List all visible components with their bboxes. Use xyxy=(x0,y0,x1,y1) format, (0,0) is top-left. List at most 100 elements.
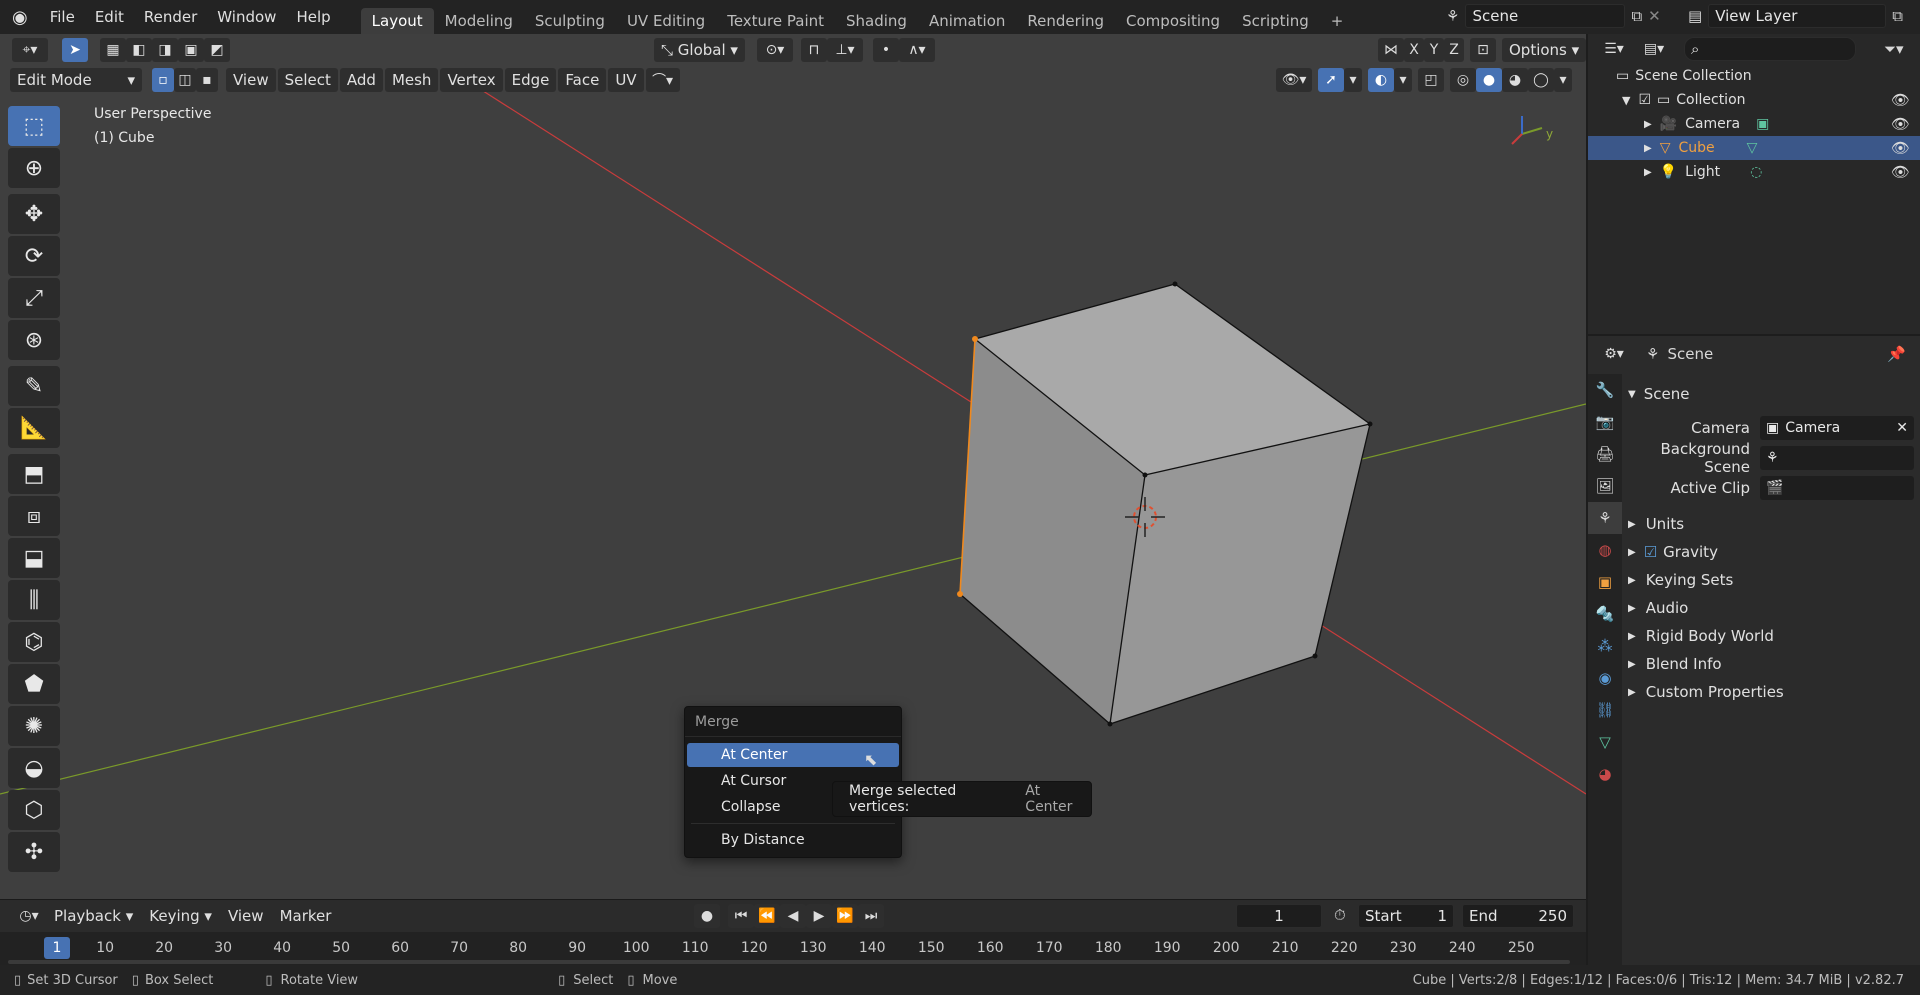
spin-tool-icon[interactable]: ✺ xyxy=(8,706,60,746)
outliner-scene-collection[interactable]: ▭ Scene Collection xyxy=(1588,64,1920,88)
menu-mesh[interactable]: Mesh xyxy=(384,68,439,92)
menu-window[interactable]: Window xyxy=(207,0,286,34)
object-tab-icon[interactable]: ▣ xyxy=(1588,566,1622,598)
measure-tool-icon[interactable]: 📐 xyxy=(8,408,60,448)
overlays-icon[interactable]: ◐ xyxy=(1368,68,1394,92)
tab-scripting[interactable]: Scripting xyxy=(1231,8,1320,34)
menu-select[interactable]: Select xyxy=(277,68,338,92)
eye-icon[interactable]: 👁 xyxy=(1891,115,1910,133)
scene-tab-icon[interactable]: ⚘ xyxy=(1588,502,1622,534)
tab-compositing[interactable]: Compositing xyxy=(1115,8,1231,34)
tab-texture-paint[interactable]: Texture Paint xyxy=(716,8,835,34)
material-shading-icon[interactable]: ◕ xyxy=(1502,68,1528,92)
solid-shading-icon[interactable]: ● xyxy=(1476,68,1502,92)
gravity-section[interactable]: ▶ ☑ Gravity xyxy=(1628,538,1718,566)
scene-name-field[interactable]: Scene xyxy=(1465,4,1626,28)
view-layer-field[interactable]: View Layer xyxy=(1708,4,1887,28)
transform-tool-icon[interactable]: ⊛ xyxy=(8,320,60,360)
camera-data-icon[interactable]: ▣ xyxy=(1756,116,1769,132)
outliner-item-light[interactable]: ▶ 💡 Light ◌ 👁 xyxy=(1588,160,1920,184)
mirror-x-toggle[interactable]: X xyxy=(1404,38,1424,62)
chevron-down-icon[interactable]: ▾ xyxy=(1554,68,1572,92)
constraints-tab-icon[interactable]: ⛓ xyxy=(1588,694,1622,726)
tab-rendering[interactable]: Rendering xyxy=(1016,8,1115,34)
select-mode-new-icon[interactable]: ▦ xyxy=(100,38,126,62)
menu-edit[interactable]: Edit xyxy=(85,0,134,34)
outliner-collection[interactable]: ▼ ☑ ▭ Collection 👁 xyxy=(1588,88,1920,112)
blender-logo-icon[interactable]: ◉ xyxy=(0,0,40,34)
camera-field[interactable]: ▣ Camera ✕ xyxy=(1760,416,1914,440)
3d-viewport[interactable]: y ⌖▾ ➤ ▦ ◧ ◨ ▣ ◩ ⤡ Global ▾ ⊙▾ ⊓ ⊥▾ • ∧▾… xyxy=(0,34,1586,899)
extrude-tool-icon[interactable]: ⬒ xyxy=(8,454,60,494)
menu-render[interactable]: Render xyxy=(134,0,207,34)
snap-toggle-icon[interactable]: ⊓ xyxy=(800,38,827,62)
jump-start-icon[interactable]: ⏮ xyxy=(728,904,754,928)
rotate-tool-icon[interactable]: ⟳ xyxy=(8,236,60,276)
menu-help[interactable]: Help xyxy=(286,0,340,34)
end-frame-field[interactable]: End 250 xyxy=(1462,904,1574,928)
display-mode-icon[interactable]: ▤▾ xyxy=(1636,37,1672,61)
filter-icon[interactable]: ⏷▾ xyxy=(1884,40,1904,58)
mesh-data-icon[interactable]: ▽ xyxy=(1747,140,1758,156)
menu-vertex[interactable]: Vertex xyxy=(440,68,503,92)
transform-orientation-dropdown[interactable]: ⤡ Global ▾ xyxy=(654,38,745,62)
properties-editor-type-icon[interactable]: ⚙▾ xyxy=(1596,342,1632,366)
select-mode-intersect-icon[interactable]: ◩ xyxy=(204,38,230,62)
eye-icon[interactable]: 👁 xyxy=(1891,163,1910,181)
menu-file[interactable]: File xyxy=(40,0,85,34)
snap-target-icon[interactable]: ⊥▾ xyxy=(826,38,863,62)
loop-cut-tool-icon[interactable]: ⫼ xyxy=(8,580,60,620)
menu-timeline-view[interactable]: View xyxy=(220,900,272,932)
play-icon[interactable]: ▶ xyxy=(806,904,832,928)
inset-tool-icon[interactable]: ⧈ xyxy=(8,496,60,536)
menu-marker[interactable]: Marker xyxy=(272,900,340,932)
shrink-fatten-tool-icon[interactable]: ✣ xyxy=(8,832,60,872)
tab-animation[interactable]: Animation xyxy=(918,8,1016,34)
auto-merge-icon[interactable]: ⊡ xyxy=(1470,38,1496,62)
blend-info-section[interactable]: ▶ Blend Info xyxy=(1628,650,1722,678)
chevron-down-icon[interactable]: ▾ xyxy=(1394,68,1412,92)
menu-edge[interactable]: Edge xyxy=(504,68,557,92)
render-tab-icon[interactable]: 📷 xyxy=(1588,406,1622,438)
record-icon[interactable]: ● xyxy=(694,904,720,928)
tab-uv-editing[interactable]: UV Editing xyxy=(616,8,716,34)
active-clip-field[interactable]: 🎬 xyxy=(1760,476,1914,500)
select-box-tool-icon[interactable]: ⬚ xyxy=(8,106,60,146)
menu-add[interactable]: Add xyxy=(339,68,383,92)
disclosure-open-icon[interactable]: ▼ xyxy=(1622,94,1630,107)
keying-sets-section[interactable]: ▶ Keying Sets xyxy=(1628,566,1733,594)
pin-icon[interactable]: 📌 xyxy=(1887,345,1906,363)
proportional-falloff-icon[interactable]: ∧▾ xyxy=(898,38,935,62)
tool-tab-icon[interactable]: 🔧 xyxy=(1588,374,1622,406)
light-data-icon[interactable]: ◌ xyxy=(1750,164,1762,180)
physics-tab-icon[interactable]: ◉ xyxy=(1588,662,1622,694)
knife-tool-icon[interactable]: ⌬ xyxy=(8,622,60,662)
particles-tab-icon[interactable]: ⁂ xyxy=(1588,630,1622,662)
rendered-shading-icon[interactable]: ◯ xyxy=(1528,68,1554,92)
xray-icon[interactable]: ◰ xyxy=(1418,68,1444,92)
mesh-select-icon[interactable]: ⌒▾ xyxy=(645,68,680,92)
eye-icon[interactable]: 👁 xyxy=(1891,139,1910,157)
proportional-edit-icon[interactable]: • xyxy=(872,38,899,62)
background-scene-field[interactable]: ⚘ xyxy=(1760,446,1914,470)
disclosure-closed-icon[interactable]: ▶ xyxy=(1644,167,1652,178)
mirror-z-toggle[interactable]: Z xyxy=(1444,38,1464,62)
current-frame-field[interactable]: 1 xyxy=(1236,904,1322,928)
merge-by-distance-item[interactable]: By Distance xyxy=(687,828,899,852)
mirror-y-toggle[interactable]: Y xyxy=(1424,38,1444,62)
material-tab-icon[interactable]: ◕ xyxy=(1588,758,1622,790)
pivot-point-icon[interactable]: ⊙▾ xyxy=(756,38,793,62)
gravity-checkbox[interactable]: ☑ xyxy=(1644,543,1657,561)
scale-tool-icon[interactable]: ⤢ xyxy=(8,278,60,318)
wireframe-shading-icon[interactable]: ◎ xyxy=(1450,68,1476,92)
modifier-tab-icon[interactable]: 🔩 xyxy=(1588,598,1622,630)
select-tool-icon[interactable]: ➤ xyxy=(62,38,88,62)
cursor-tool-icon[interactable]: ⊕ xyxy=(8,148,60,188)
remove-scene-icon[interactable]: ✕ xyxy=(1648,7,1661,25)
data-tab-icon[interactable]: ▽ xyxy=(1588,726,1622,758)
smooth-tool-icon[interactable]: ◒ xyxy=(8,748,60,788)
new-view-layer-icon[interactable]: ⧉ xyxy=(1892,7,1903,25)
scene-section-header[interactable]: ▼ Scene xyxy=(1628,380,1689,408)
menu-face[interactable]: Face xyxy=(558,68,607,92)
visibility-icon[interactable]: 👁▾ xyxy=(1276,68,1312,92)
